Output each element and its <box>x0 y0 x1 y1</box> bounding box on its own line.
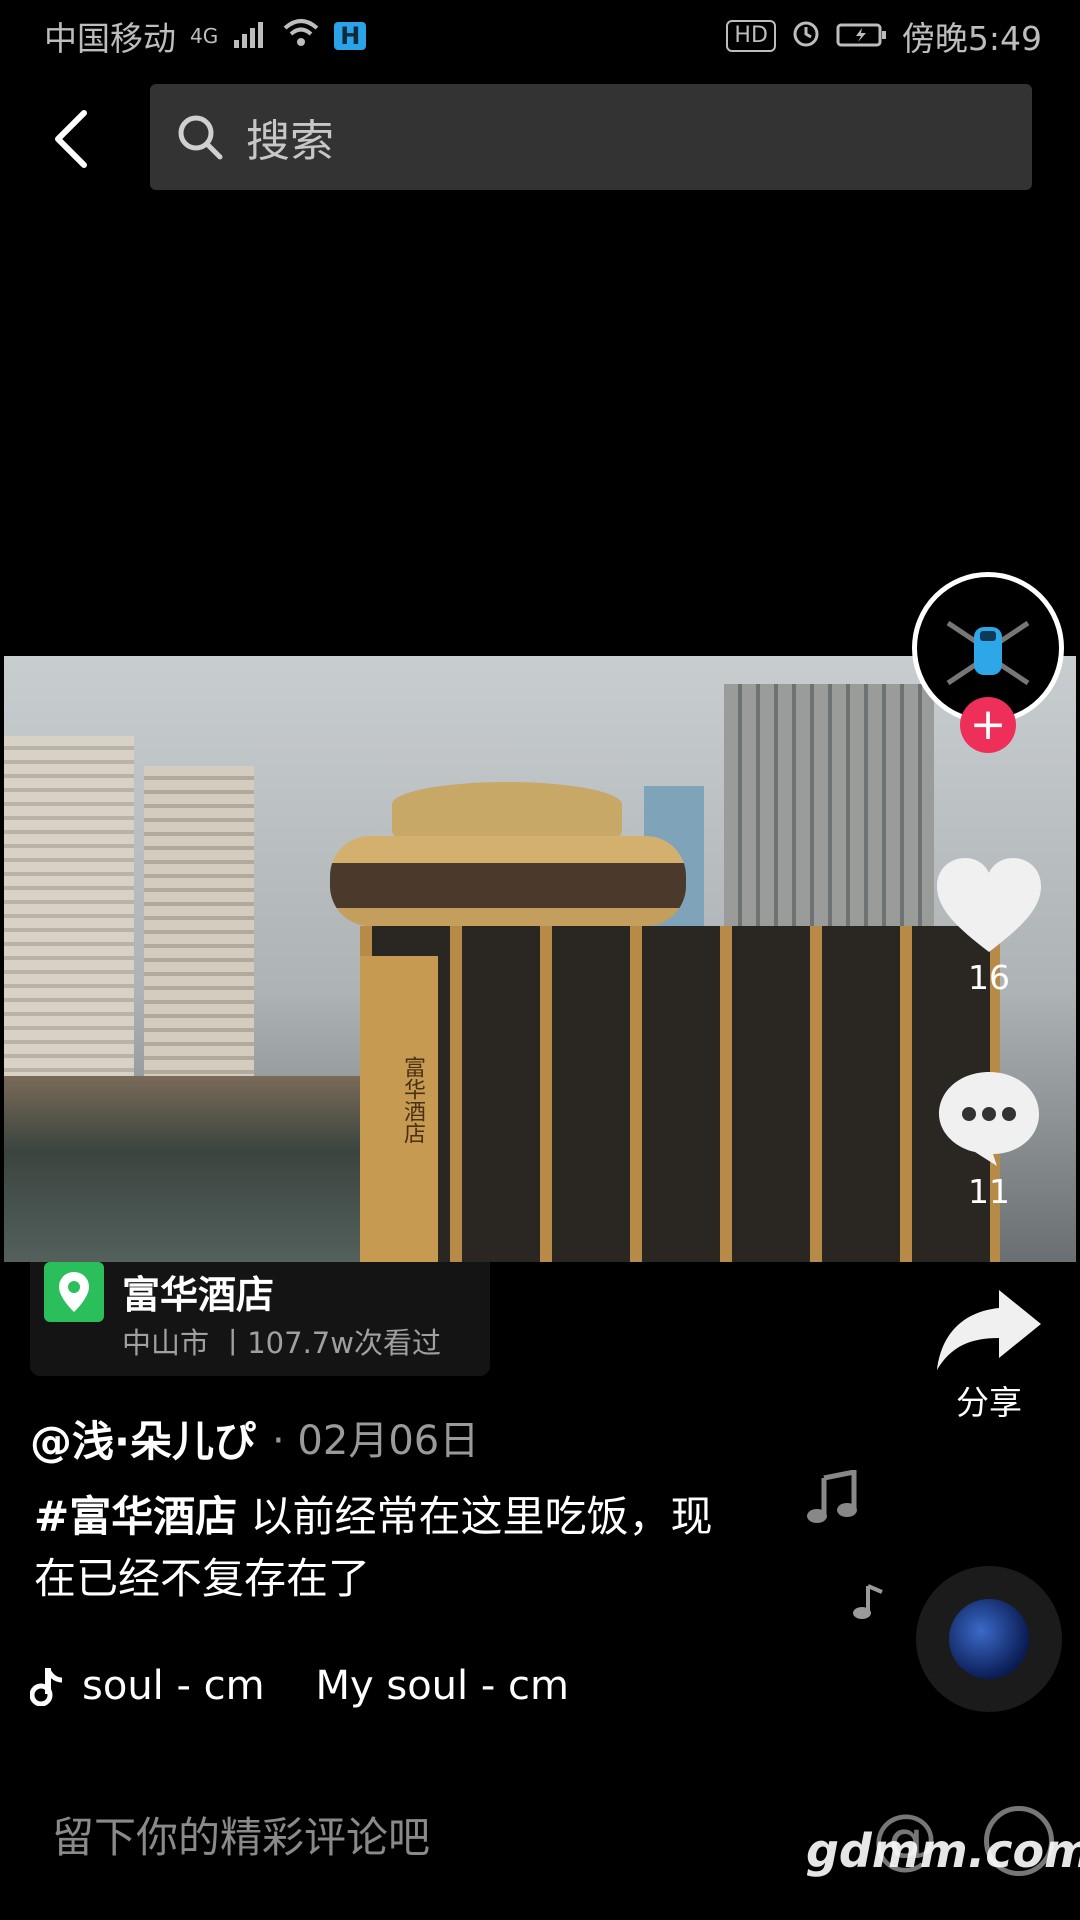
music-disc[interactable] <box>916 1566 1062 1712</box>
clock: 傍晚5:49 <box>901 19 1042 58</box>
drone-icon <box>946 620 1030 686</box>
music-cover <box>949 1599 1029 1679</box>
status-bar: 中国移动 4G H HD 傍晚5:49 <box>0 0 1080 72</box>
hotel-body <box>360 926 1000 1262</box>
comment-icon <box>939 1072 1039 1166</box>
hashtag-link[interactable]: #富华酒店 <box>34 1492 237 1541</box>
battery-icon <box>836 17 888 56</box>
back-arrow-icon <box>55 110 87 168</box>
music-title: soul - cm My soul - cm <box>82 1663 569 1709</box>
hotel-rotunda <box>392 782 622 838</box>
app-notification-icon: H <box>334 22 367 50</box>
back-button[interactable] <box>38 100 102 178</box>
search-icon <box>178 115 223 160</box>
music-note-icon-small <box>853 1584 883 1619</box>
signal-icon <box>232 17 268 56</box>
heart-icon <box>937 858 1041 952</box>
like-count: 16 <box>968 958 1010 997</box>
share-label: 分享 <box>956 1383 1022 1422</box>
share-button[interactable]: 分享 <box>924 1288 1054 1424</box>
location-detail: 中山市 丨107.7w次看过 <box>122 1326 441 1360</box>
hotel-sign: 富华酒店 <box>400 1056 425 1144</box>
search-bar[interactable]: 搜索 <box>150 84 1032 190</box>
river-bank <box>4 1076 364 1262</box>
comment-count: 11 <box>968 1172 1010 1211</box>
location-card[interactable]: 富华酒店 中山市 丨107.7w次看过 <box>30 1262 490 1376</box>
author-name[interactable]: @浅·朵儿ぴ <box>30 1408 256 1469</box>
plus-icon: + <box>969 699 1007 750</box>
network-label: 4G <box>190 24 219 48</box>
alarm-icon <box>790 16 822 56</box>
hotel-restaurant-ring <box>330 836 686 926</box>
search-placeholder: 搜索 <box>246 116 334 167</box>
watermark: gdmm.com <box>806 1824 1080 1878</box>
music-note-icon <box>807 1470 857 1523</box>
post-caption: #富华酒店 以前经常在这里吃饭，现在已经不复存在了 <box>34 1486 754 1610</box>
tower-left-2 <box>144 766 254 1106</box>
tower-left <box>4 736 134 1106</box>
like-button[interactable]: 16 <box>924 856 1054 997</box>
share-icon <box>937 1290 1041 1370</box>
comment-input[interactable]: 留下你的精彩评论吧 <box>52 1804 430 1865</box>
location-pin-icon <box>44 1262 104 1322</box>
tiktok-note-icon <box>30 1668 63 1706</box>
music-ticker[interactable]: soul - cm My soul - cm <box>30 1660 569 1712</box>
office-tower <box>724 684 934 964</box>
comment-button[interactable]: 11 <box>924 1068 1054 1211</box>
hd-badge: HD <box>726 20 776 52</box>
location-name: 富华酒店 <box>122 1273 275 1317</box>
video-player[interactable]: 富华酒店 <box>4 656 1076 1262</box>
carrier-name: 中国移动 <box>44 19 176 58</box>
follow-button[interactable]: + <box>960 697 1016 753</box>
wifi-icon <box>282 17 320 56</box>
post-date: · 02月06日 <box>272 1418 480 1464</box>
